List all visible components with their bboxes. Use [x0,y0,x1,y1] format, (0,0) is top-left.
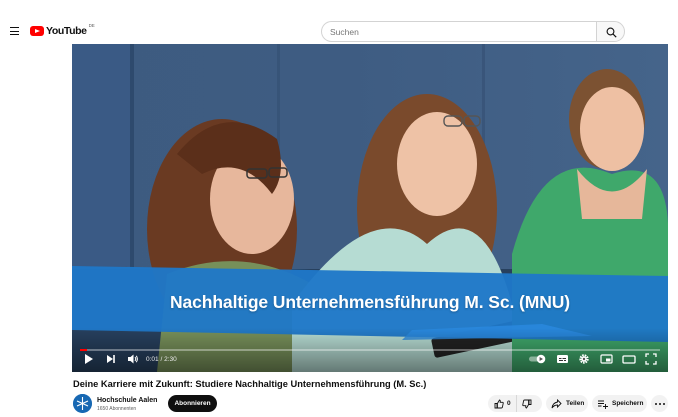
channel-logo-icon [73,394,92,413]
video-title: Deine Karriere mit Zukunft: Studiere Nac… [73,379,427,389]
like-count: 0 [507,400,511,407]
like-dislike-group: 0 [488,395,542,412]
logo-country-code: DE [88,22,95,28]
current-time: 0:01 [146,356,159,363]
dislike-button[interactable] [517,395,537,412]
play-icon [85,354,93,364]
duration: 2:30 [164,356,177,363]
search-icon [606,27,617,38]
more-icon-dot [658,402,661,405]
dislike-icon [521,399,532,408]
more-actions-button[interactable] [651,395,668,412]
settings-icon [579,354,589,364]
play-button[interactable] [84,353,94,367]
fullscreen-button[interactable] [645,353,657,367]
search-input[interactable] [330,26,596,37]
autoplay-toggle[interactable] [528,353,548,367]
youtube-logo[interactable]: YouTube DE [30,22,95,38]
progress-bar[interactable] [80,349,660,351]
next-button[interactable] [106,353,116,367]
time-display: 0:01 / 2:30 [146,356,177,363]
video-overlay-title: Nachhaltige Unternehmensführung M. Sc. (… [169,292,571,312]
save-label: Speichern [612,400,644,407]
progress-fill [80,349,87,351]
theater-mode-button[interactable] [622,353,636,367]
menu-icon[interactable] [10,27,19,36]
share-label: Teilen [566,400,585,407]
miniplayer-button[interactable] [600,353,613,367]
subscribe-button[interactable]: Abonnieren [168,395,217,412]
fullscreen-icon [645,353,657,365]
settings-button[interactable] [578,353,590,367]
logo-text: YouTube [46,25,87,37]
channel-avatar[interactable] [73,394,92,413]
subscriber-count: 1650 Abonnenten [97,406,137,412]
share-button[interactable]: Teilen [546,395,588,412]
theater-icon [622,355,636,364]
save-button[interactable]: Speichern [592,395,647,412]
search-box [321,21,596,42]
subtitles-icon [557,355,568,363]
like-button[interactable]: 0 [488,395,517,412]
video-frame [72,44,668,372]
save-icon [598,400,608,409]
share-icon [551,398,562,408]
channel-name[interactable]: Hochschule Aalen [97,397,157,404]
miniplayer-icon [600,354,613,364]
like-icon [494,399,504,408]
volume-icon [128,354,138,364]
autoplay-toggle-icon [529,354,546,364]
more-icon-dot [654,402,657,405]
search-button[interactable] [596,21,625,42]
more-icon-dot [662,402,665,405]
volume-button[interactable] [127,353,139,367]
youtube-play-mark-icon [30,26,44,36]
video-player[interactable]: Nachhaltige Unternehmensführung M. Sc. (… [72,44,668,372]
subtitles-button[interactable] [556,353,569,367]
next-icon [107,355,115,363]
